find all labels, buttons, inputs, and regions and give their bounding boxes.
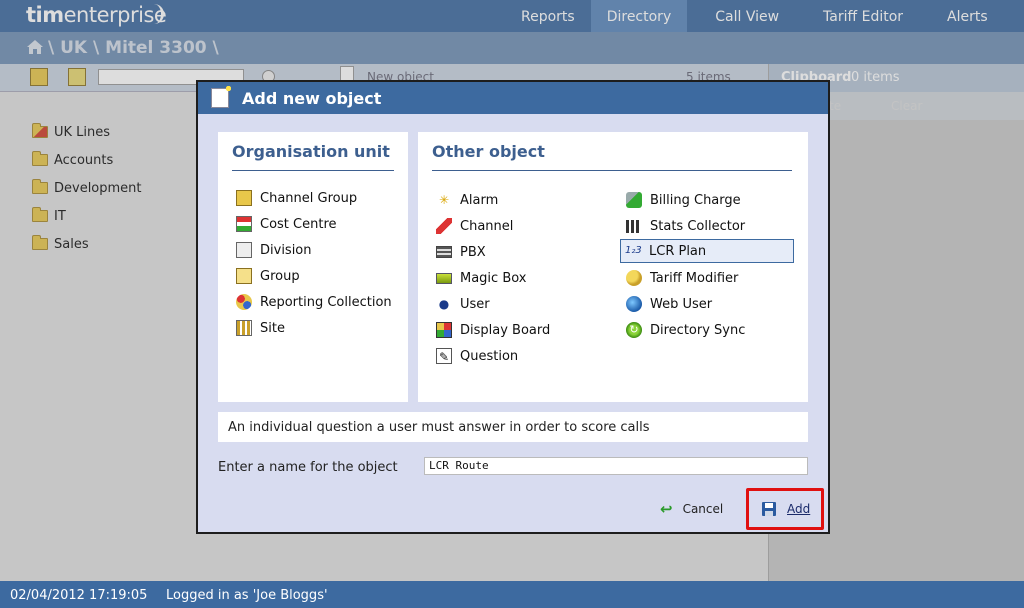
directory-sync-icon: ↻ (626, 322, 642, 338)
object-user[interactable]: ● User (432, 292, 490, 316)
channel-group-icon (236, 190, 252, 206)
other-object-heading: Other object (432, 142, 545, 161)
object-label: Tariff Modifier (650, 270, 739, 286)
object-cost-centre[interactable]: Cost Centre (232, 212, 337, 236)
dialog-title-bar: Add new object (198, 82, 828, 114)
object-name-input[interactable]: LCR Route (424, 457, 808, 475)
object-label: Site (260, 320, 285, 336)
object-directory-sync[interactable]: ↻ Directory Sync (622, 318, 745, 342)
group-icon (236, 268, 252, 284)
add-button[interactable]: Add (746, 488, 824, 530)
status-logged-in: Logged in as 'Joe Bloggs' (166, 588, 328, 603)
object-label: Cost Centre (260, 216, 337, 232)
channel-icon (436, 218, 452, 234)
division-icon (236, 242, 252, 258)
object-web-user[interactable]: Web User (622, 292, 712, 316)
object-pbx[interactable]: PBX (432, 240, 486, 264)
object-label: Magic Box (460, 270, 527, 286)
object-site[interactable]: Site (232, 316, 285, 340)
object-label: Division (260, 242, 312, 258)
alarm-icon: ✳ (438, 193, 450, 207)
object-division[interactable]: Division (232, 238, 312, 262)
object-label: Group (260, 268, 300, 284)
object-label: User (460, 296, 490, 312)
object-reporting-collection[interactable]: Reporting Collection (232, 290, 392, 314)
object-label: Web User (650, 296, 713, 312)
other-object-panel: Other object ✳ Alarm Channel PBX Magic B… (418, 132, 808, 402)
site-icon (236, 320, 252, 336)
status-datetime: 02/04/2012 17:19:05 (10, 588, 148, 603)
reporting-collection-icon (236, 294, 252, 310)
divider (432, 170, 792, 171)
object-label: Alarm (460, 192, 499, 208)
object-label: Channel Group (260, 190, 358, 206)
object-label: Directory Sync (650, 322, 746, 338)
cancel-button[interactable]: ↩ Cancel (660, 500, 723, 518)
add-label: Add (787, 502, 811, 516)
name-field-label: Enter a name for the object (218, 460, 398, 475)
web-user-icon (626, 296, 642, 312)
object-channel[interactable]: Channel (432, 214, 513, 238)
pbx-icon (436, 246, 452, 258)
new-object-icon (211, 84, 233, 108)
object-label: Display Board (460, 322, 551, 338)
organisation-unit-panel: Organisation unit Channel Group Cost Cen… (218, 132, 408, 402)
display-board-icon (436, 322, 452, 338)
object-channel-group[interactable]: Channel Group (232, 186, 357, 210)
object-label: Reporting Collection (260, 294, 392, 310)
object-label: LCR Plan (649, 243, 707, 259)
cancel-arrow-icon: ↩ (660, 500, 673, 518)
tariff-modifier-icon (626, 270, 642, 286)
object-stats-collector[interactable]: Stats Collector (622, 214, 745, 238)
divider (232, 170, 394, 171)
object-group[interactable]: Group (232, 264, 300, 288)
object-display-board[interactable]: Display Board (432, 318, 550, 342)
object-tariff-modifier[interactable]: Tariff Modifier (622, 266, 738, 290)
magic-box-icon (436, 272, 452, 284)
object-question[interactable]: ✎ Question (432, 344, 518, 368)
object-alarm[interactable]: ✳ Alarm (432, 188, 498, 212)
stats-collector-icon (626, 219, 642, 233)
object-label: PBX (460, 244, 486, 260)
organisation-unit-heading: Organisation unit (232, 142, 390, 161)
status-bar: 02/04/2012 17:19:05 Logged in as 'Joe Bl… (0, 581, 1024, 608)
user-icon: ● (438, 297, 450, 311)
billing-charge-icon (626, 192, 642, 208)
cancel-label: Cancel (682, 502, 724, 516)
object-billing-charge[interactable]: Billing Charge (622, 188, 741, 212)
dialog-title: Add new object (242, 89, 382, 108)
save-disk-icon (762, 502, 776, 516)
object-label: Channel (460, 218, 514, 234)
object-lcr-plan[interactable]: 1₂3 LCR Plan (620, 239, 794, 263)
object-magic-box[interactable]: Magic Box (432, 266, 527, 290)
add-new-object-dialog: Add new object Organisation unit Channel… (196, 80, 830, 534)
question-icon: ✎ (436, 348, 452, 364)
object-description: An individual question a user must answe… (218, 412, 808, 442)
object-label: Stats Collector (650, 218, 746, 234)
cost-centre-icon (236, 216, 252, 232)
object-label: Billing Charge (650, 192, 741, 208)
object-label: Question (460, 348, 519, 364)
lcr-plan-icon: 1₂3 (625, 245, 642, 256)
